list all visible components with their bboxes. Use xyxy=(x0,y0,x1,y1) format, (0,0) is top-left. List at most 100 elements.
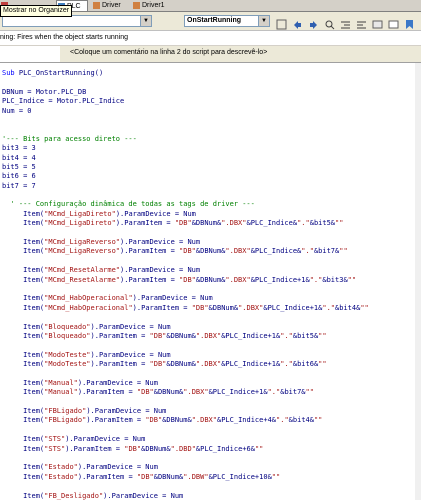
code-text[interactable]: Sub PLC_OnStartRunning() DBNum = Motor.P… xyxy=(2,69,369,501)
code-line[interactable]: Item("MCmd_ResetAlarme").ParamItem = "DB… xyxy=(2,276,369,285)
code-token: Item( xyxy=(2,294,45,303)
code-token: ).ParamItem = xyxy=(77,388,137,397)
code-line[interactable] xyxy=(2,370,369,379)
code-line[interactable]: Item("MCmd_HabOperacional").ParamItem = … xyxy=(2,304,369,313)
code-line[interactable] xyxy=(2,285,369,294)
code-token: ).ParamItem = xyxy=(120,275,180,284)
code-token: "." xyxy=(267,388,281,397)
code-token: "." xyxy=(301,247,314,256)
code-line[interactable] xyxy=(2,454,369,463)
code-line[interactable]: Item("MCmd_HabOperacional").ParamDevice … xyxy=(2,294,369,303)
script-comment-placeholder[interactable]: <Coloque um comentário na linha 2 do scr… xyxy=(70,49,267,56)
tab-label: Driver xyxy=(102,2,121,9)
undo-icon[interactable] xyxy=(292,15,303,29)
code-token: Item( xyxy=(2,350,45,359)
chevron-down-icon[interactable]: ▼ xyxy=(140,16,151,26)
code-line[interactable] xyxy=(2,229,369,238)
code-token: ).ParamItem = xyxy=(115,219,175,228)
code-line[interactable]: '--- Bits para acesso direto --- xyxy=(2,135,369,144)
code-line[interactable]: Item("FBLigado").ParamItem = "DB"&DBNum&… xyxy=(2,416,369,425)
code-line[interactable] xyxy=(2,341,369,350)
code-token: ).ParamDevice = Num xyxy=(120,238,201,247)
code-token: ).ParamDevice = Num xyxy=(120,266,201,275)
tab-driver[interactable]: Driver xyxy=(92,0,130,11)
code-line[interactable]: Item("Bloqueado").ParamDevice = Num xyxy=(2,323,369,332)
code-line[interactable]: Item("MCmd_LigaDireto").ParamDevice = Nu… xyxy=(2,210,369,219)
code-line[interactable]: Item("STS").ParamItem = "DB"&DBNum&".DBD… xyxy=(2,445,369,454)
event-combo[interactable]: OnStartRunning ▼ xyxy=(184,15,270,27)
code-token: &PLC_Indice+1& xyxy=(221,360,281,369)
chevron-down-icon[interactable]: ▼ xyxy=(258,16,269,26)
code-line[interactable] xyxy=(2,78,369,87)
code-line[interactable]: bit4 = 4 xyxy=(2,154,369,163)
code-line[interactable]: Item("MCmd_LigaReverso").ParamDevice = N… xyxy=(2,238,369,247)
cut-icon[interactable] xyxy=(276,15,287,30)
code-line[interactable]: Item("MCmd_LigaReverso").ParamItem = "DB… xyxy=(2,247,369,256)
code-line[interactable] xyxy=(2,482,369,491)
code-line[interactable] xyxy=(2,125,369,134)
code-token: ".DBX" xyxy=(225,275,251,284)
code-line[interactable]: bit3 = 3 xyxy=(2,144,369,153)
code-line[interactable]: Item("ModoTeste").ParamDevice = Num xyxy=(2,351,369,360)
code-token: ".DBX" xyxy=(195,360,222,369)
code-line[interactable]: ' --- Configuração dinâmica de todas as … xyxy=(2,200,369,209)
code-line[interactable]: Item("ModoTeste").ParamItem = "DB"&DBNum… xyxy=(2,360,369,369)
code-editor[interactable]: Sub PLC_OnStartRunning() DBNum = Motor.P… xyxy=(0,63,421,500)
code-token: ".DBX" xyxy=(221,219,247,228)
redo-icon[interactable] xyxy=(308,15,319,29)
code-line[interactable] xyxy=(2,313,369,322)
code-line[interactable]: PLC_Indice = Motor.PLC_Indice xyxy=(2,97,369,106)
code-token: &PLC_Indice& xyxy=(250,247,302,256)
tab-driver1[interactable]: Driver1 xyxy=(132,0,176,11)
code-token: &PLC_Indice+1& xyxy=(250,275,310,284)
code-line[interactable] xyxy=(2,116,369,125)
code-token: "MCmd_LigaReverso" xyxy=(44,247,121,256)
code-line[interactable]: Item("Bloqueado").ParamItem = "DB"&DBNum… xyxy=(2,332,369,341)
code-line[interactable]: Item("Estado").ParamDevice = Num xyxy=(2,463,369,472)
outdent-icon[interactable] xyxy=(356,15,367,29)
code-line[interactable] xyxy=(2,191,369,200)
find-icon[interactable] xyxy=(324,15,335,30)
code-token: ).ParamDevice = Num xyxy=(115,209,196,218)
code-line[interactable] xyxy=(2,257,369,266)
uncomment-block-icon[interactable] xyxy=(388,15,399,29)
code-line[interactable]: DBNum = Motor.PLC_DB xyxy=(2,88,369,97)
code-token: &bit7& xyxy=(280,388,306,397)
code-line[interactable]: Sub PLC_OnStartRunning() xyxy=(2,69,369,78)
event-combo-value: OnStartRunning xyxy=(187,17,242,24)
code-line[interactable]: Item("STS").ParamDevice = Num xyxy=(2,435,369,444)
code-token: &bit3& xyxy=(322,275,348,284)
code-line[interactable] xyxy=(2,426,369,435)
code-token: "." xyxy=(280,360,293,369)
code-line[interactable] xyxy=(2,398,369,407)
event-description: ning: Fires when the object starts runni… xyxy=(0,31,421,46)
code-line[interactable]: Item("MCmd_LigaDireto").ParamItem = "DB"… xyxy=(2,219,369,228)
code-token: "" xyxy=(254,444,264,453)
code-line[interactable]: Num = 0 xyxy=(2,107,369,116)
code-line[interactable]: Item("Manual").ParamDevice = Num xyxy=(2,379,369,388)
code-token: &DBNum& xyxy=(208,303,239,312)
code-line[interactable]: Item("FBLigado").ParamDevice = Num xyxy=(2,407,369,416)
code-token: DBNum = Motor.PLC_DB xyxy=(2,87,87,96)
code-line[interactable]: bit6 = 6 xyxy=(2,172,369,181)
vertical-scrollbar[interactable] xyxy=(415,63,421,500)
code-token: &DBNum& xyxy=(191,219,222,228)
code-line[interactable]: Item("Estado").ParamItem = "DB"&DBNum&".… xyxy=(2,473,369,482)
indent-icon[interactable] xyxy=(340,15,351,29)
code-line[interactable]: bit7 = 7 xyxy=(2,182,369,191)
code-line[interactable]: Item("Manual").ParamItem = "DB"&DBNum&".… xyxy=(2,388,369,397)
code-token: ).ParamItem = xyxy=(132,303,192,312)
comment-block-icon[interactable] xyxy=(372,15,383,29)
code-token: ).ParamDevice = Num xyxy=(132,294,213,303)
code-token: Item( xyxy=(2,238,45,247)
code-token: &PLC_Indice+1& xyxy=(263,303,323,312)
code-line[interactable]: Item("MCmd_ResetAlarme").ParamDevice = N… xyxy=(2,266,369,275)
code-token: "DB" xyxy=(191,303,209,312)
code-token: Item( xyxy=(2,360,45,369)
code-token: &bit5& xyxy=(309,219,336,228)
code-token: "" xyxy=(318,331,327,340)
code-token: "." xyxy=(280,331,293,340)
bookmark-icon[interactable] xyxy=(404,15,415,29)
code-token: "" xyxy=(347,275,357,284)
code-line[interactable]: bit5 = 5 xyxy=(2,163,369,172)
